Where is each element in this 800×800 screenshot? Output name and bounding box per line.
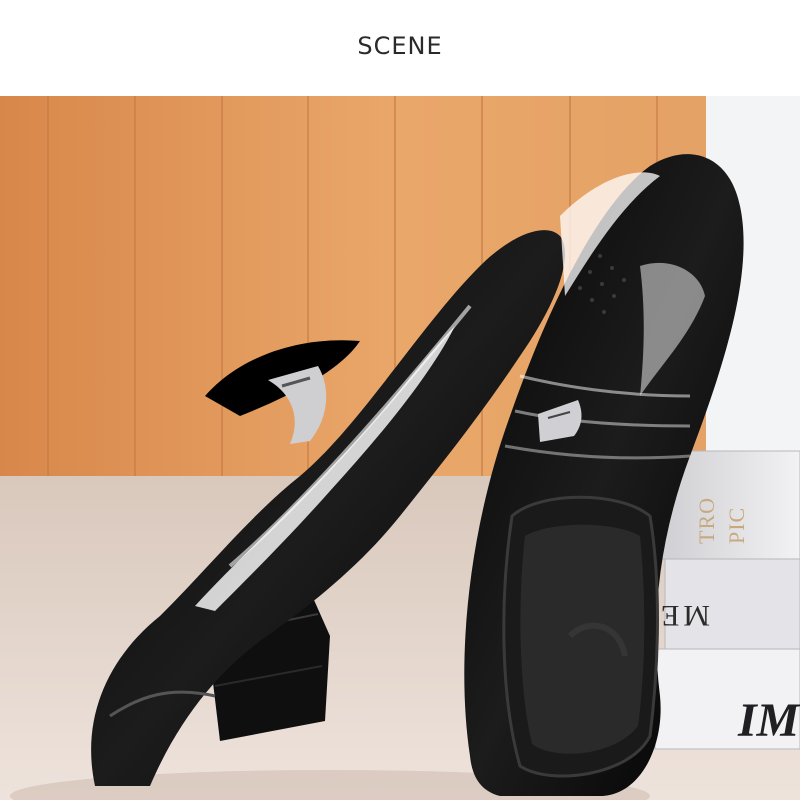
book-italic-text: IM	[737, 694, 800, 747]
header: SCENE	[0, 0, 800, 96]
svg-text:PIC: PIC	[724, 507, 749, 544]
product-scene-photo: TRO PIC MENT IM	[0, 96, 800, 800]
page-title: SCENE	[357, 32, 443, 60]
book-spine-text: TRO	[694, 497, 719, 544]
